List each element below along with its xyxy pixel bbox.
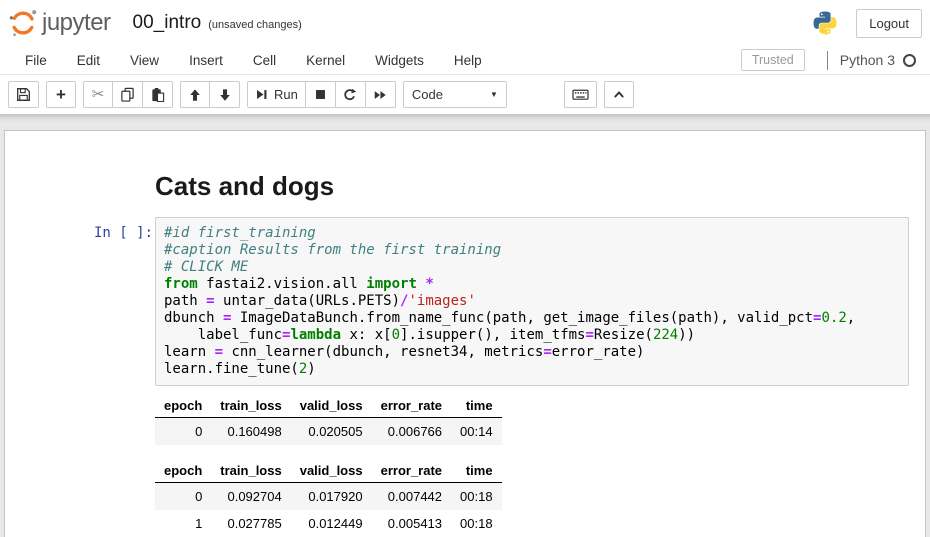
- trusted-badge[interactable]: Trusted: [741, 49, 805, 71]
- kernel-divider: [827, 51, 828, 70]
- jupyter-logo-icon: [8, 8, 38, 38]
- site-background: Cats and dogs In [ ]: #id first_training…: [0, 114, 930, 537]
- arrow-down-icon: [218, 88, 232, 102]
- add-cell-button[interactable]: +: [46, 81, 76, 108]
- notebook-container: Cats and dogs In [ ]: #id first_training…: [4, 130, 926, 537]
- cell-type-value: Code: [412, 87, 443, 102]
- logout-button[interactable]: Logout: [856, 9, 922, 38]
- training-progress-table: epochtrain_lossvalid_losserror_ratetime0…: [155, 459, 502, 537]
- table-row: 00.1604980.0205050.00676600:14: [155, 418, 502, 446]
- restart-run-all-button[interactable]: [366, 81, 396, 108]
- floppy-disk-icon: [16, 87, 31, 102]
- move-cell-up-button[interactable]: [180, 81, 210, 108]
- jupyter-logo[interactable]: jupyter: [8, 8, 111, 38]
- clipboard-paste-icon: [150, 87, 165, 102]
- header: jupyter 00_intro (unsaved changes) Logou…: [0, 0, 930, 46]
- copy-icon: [120, 87, 135, 102]
- code-editor[interactable]: #id first_training#caption Results from …: [164, 225, 900, 378]
- menubar: File Edit View Insert Cell Kernel Widget…: [0, 46, 930, 75]
- stop-square-icon: [314, 88, 327, 101]
- move-cell-down-button[interactable]: [210, 81, 240, 108]
- python-logo-icon: [812, 10, 838, 36]
- code-cell[interactable]: In [ ]: #id first_training#caption Resul…: [5, 217, 925, 386]
- page-title: Cats and dogs: [155, 171, 925, 201]
- command-palette-button[interactable]: [564, 81, 597, 108]
- kernel-name: Python 3: [840, 52, 895, 68]
- fast-forward-icon: [373, 88, 387, 102]
- training-progress-table: epochtrain_lossvalid_losserror_ratetime0…: [155, 394, 502, 445]
- toolbar: + ✂: [0, 75, 930, 114]
- table-row: 10.0277850.0124490.00541300:18: [155, 510, 502, 537]
- notebook-title[interactable]: 00_intro: [133, 12, 202, 34]
- chevron-up-icon: [612, 88, 626, 101]
- step-forward-icon: [255, 88, 268, 101]
- scissors-icon: ✂: [92, 87, 105, 102]
- restart-kernel-button[interactable]: [336, 81, 366, 108]
- menu-file[interactable]: File: [10, 47, 62, 74]
- plus-icon: +: [56, 86, 66, 103]
- table-row: 00.0927040.0179200.00744200:18: [155, 483, 502, 511]
- scroll-collapse-button[interactable]: [604, 81, 634, 108]
- menu-kernel[interactable]: Kernel: [291, 47, 360, 74]
- keyboard-icon: [572, 87, 589, 102]
- input-area[interactable]: #id first_training#caption Results from …: [155, 217, 909, 386]
- input-prompt: In [ ]:: [94, 217, 155, 386]
- menu-help[interactable]: Help: [439, 47, 497, 74]
- autosave-status: (unsaved changes): [208, 19, 302, 31]
- menu-cell[interactable]: Cell: [238, 47, 291, 74]
- arrow-up-icon: [188, 88, 202, 102]
- chevron-down-icon: ▼: [490, 90, 498, 99]
- menu-edit[interactable]: Edit: [62, 47, 115, 74]
- interrupt-kernel-button[interactable]: [306, 81, 336, 108]
- output-area: epochtrain_lossvalid_losserror_ratetime0…: [5, 394, 925, 537]
- menu-view[interactable]: View: [115, 47, 174, 74]
- cut-cell-button[interactable]: ✂: [83, 81, 113, 108]
- copy-cell-button[interactable]: [113, 81, 143, 108]
- kernel-idle-circle-icon: [903, 54, 916, 67]
- refresh-icon: [343, 88, 357, 102]
- markdown-cell[interactable]: Cats and dogs: [5, 171, 925, 201]
- cell-type-dropdown[interactable]: Code ▼: [403, 81, 507, 108]
- save-button[interactable]: [8, 81, 39, 108]
- run-cell-button[interactable]: Run: [247, 81, 306, 108]
- run-button-label: Run: [274, 87, 298, 102]
- jupyter-wordmark: jupyter: [42, 9, 111, 37]
- menu-insert[interactable]: Insert: [174, 47, 238, 74]
- menu-widgets[interactable]: Widgets: [360, 47, 439, 74]
- paste-cell-button[interactable]: [143, 81, 173, 108]
